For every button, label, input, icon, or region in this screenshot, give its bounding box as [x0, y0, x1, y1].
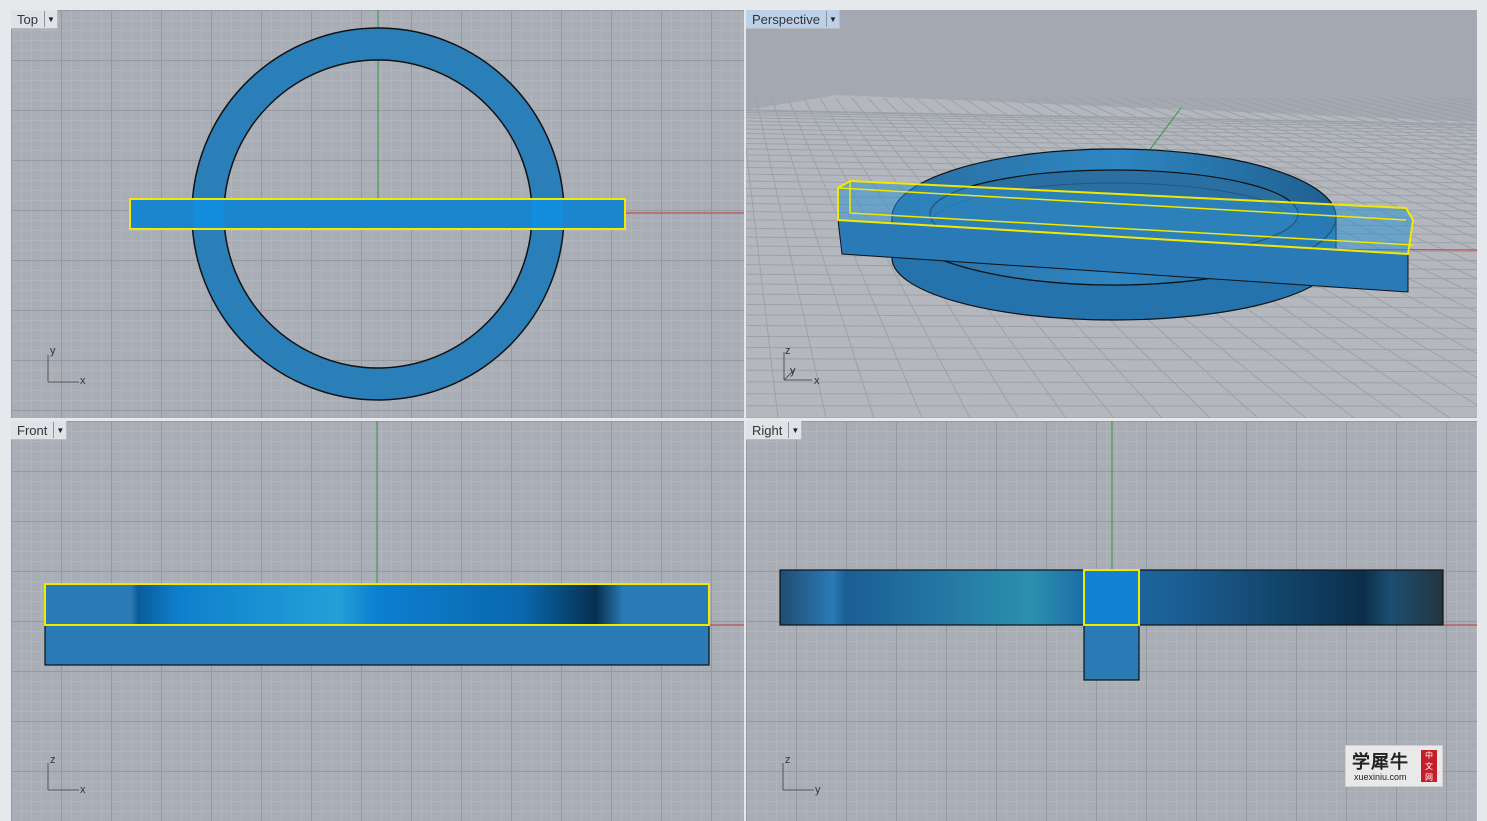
viewport-right[interactable]: y z Right ▼ 学犀牛 xuexiniu.com 中文网: [746, 421, 1477, 821]
viewport-title-label: Front: [17, 422, 48, 438]
top-view-canvas: x y: [47, 10, 744, 401]
axis-y-label: y: [790, 365, 796, 377]
viewport-title-label: Top: [17, 11, 38, 27]
viewport-title-label: Perspective: [752, 11, 820, 27]
axis-widget: [47, 763, 79, 791]
front-view-canvas: x z: [44, 421, 744, 796]
axis-x-label: x: [814, 375, 820, 387]
chevron-down-icon[interactable]: ▼: [825, 11, 839, 27]
watermark-logo: 学犀牛 xuexiniu.com 中文网: [1345, 745, 1443, 787]
axis-x-label: x: [80, 375, 86, 387]
watermark-site: xuexiniu.com: [1354, 772, 1407, 782]
axis-y-label: y: [50, 345, 56, 357]
viewport-title-label: Right: [752, 422, 783, 438]
bar-ring-overlap: [194, 200, 224, 228]
selected-bar-object: [44, 583, 710, 626]
ring-front-profile: [44, 624, 710, 666]
watermark-brand: 学犀牛: [1352, 752, 1409, 773]
perspective-view-canvas: x y z: [746, 95, 1477, 418]
viewport-front[interactable]: x z Front ▼: [11, 421, 744, 821]
chevron-down-icon[interactable]: ▼: [43, 11, 57, 27]
axis-z-label: z: [785, 345, 791, 357]
bar-ring-overlap: [532, 200, 562, 228]
axis-y-label: y: [815, 784, 821, 796]
axis-widget: [47, 355, 79, 383]
chevron-down-icon[interactable]: ▼: [788, 422, 801, 438]
axis-x-label: x: [80, 784, 86, 796]
watermark-tag: 中文网: [1421, 750, 1437, 782]
viewport-title-right[interactable]: Right ▼: [746, 421, 803, 440]
viewport-title-perspective[interactable]: Perspective ▼: [746, 10, 840, 29]
viewport-title-top[interactable]: Top ▼: [11, 10, 58, 29]
bar-lower-part: [1083, 624, 1140, 681]
axis-z-label: z: [50, 754, 56, 766]
selected-bar-object: [1083, 569, 1140, 626]
axis-z-label: z: [785, 754, 791, 766]
viewport-top[interactable]: x y Top ▼: [11, 10, 744, 418]
chevron-down-icon[interactable]: ▼: [53, 422, 66, 438]
viewport-perspective[interactable]: x y z Perspective ▼: [746, 10, 1477, 418]
viewport-title-front[interactable]: Front ▼: [11, 421, 68, 440]
axis-widget: [782, 763, 814, 791]
